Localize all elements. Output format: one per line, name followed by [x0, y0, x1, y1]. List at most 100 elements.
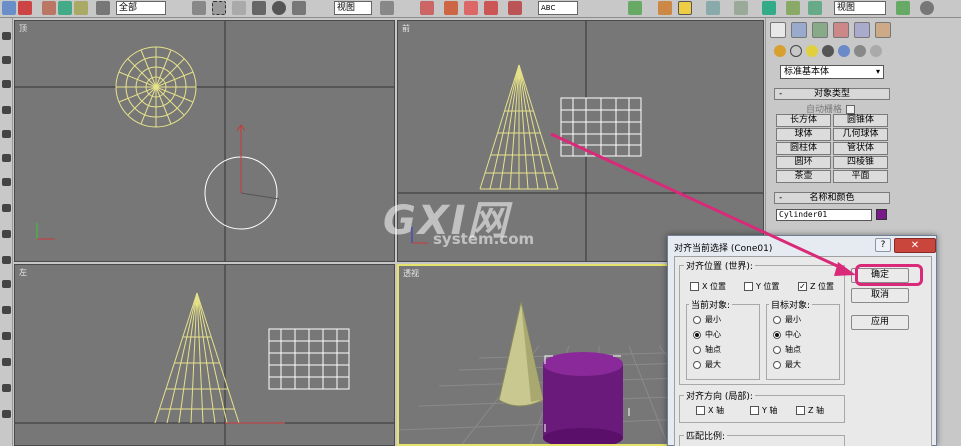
checkbox-icon[interactable]	[750, 406, 759, 415]
shapes-icon[interactable]	[790, 45, 802, 57]
scale-icon[interactable]	[292, 1, 306, 15]
helpers-icon[interactable]	[838, 45, 850, 57]
selection-filter-select[interactable]: 全部	[116, 1, 166, 15]
target-center-radio[interactable]: 中心	[773, 330, 801, 340]
viewport-top[interactable]: 顶	[14, 20, 395, 262]
checkbox-icon[interactable]	[846, 105, 856, 114]
object-button-cone[interactable]: 圆锥体	[833, 114, 888, 127]
strip-tool-icon[interactable]	[2, 306, 11, 314]
layer-manager-icon[interactable]	[706, 1, 720, 15]
x-axis-checkbox[interactable]: X 轴	[696, 406, 724, 416]
object-button-sphere[interactable]: 球体	[776, 128, 831, 141]
radio-selected-icon[interactable]	[773, 330, 781, 339]
strip-tool-icon[interactable]	[2, 130, 11, 138]
target-max-radio[interactable]: 最大	[773, 360, 801, 370]
current-max-radio[interactable]: 最大	[693, 360, 721, 370]
y-position-checkbox[interactable]: Y 位置	[744, 282, 779, 292]
motion-tab-icon[interactable]	[833, 22, 849, 38]
angle-snap-icon[interactable]	[464, 1, 478, 15]
radio-icon[interactable]	[773, 315, 781, 324]
strip-tool-icon[interactable]	[2, 256, 11, 264]
display-tab-icon[interactable]	[854, 22, 870, 38]
cylinder-shaded[interactable]	[543, 352, 630, 446]
radio-icon[interactable]	[693, 360, 701, 369]
bind-space-warp-icon[interactable]	[74, 1, 88, 15]
schematic-view-icon[interactable]	[762, 1, 776, 15]
move-icon[interactable]	[252, 1, 266, 15]
current-pivot-radio[interactable]: 轴点	[693, 345, 721, 355]
object-button-box[interactable]: 长方体	[776, 114, 831, 127]
object-button-torus[interactable]: 圆环	[776, 156, 831, 169]
strip-tool-icon[interactable]	[2, 80, 11, 88]
pivot-icon[interactable]	[380, 1, 394, 15]
current-center-radio[interactable]: 中心	[693, 330, 721, 340]
reference-coord-select[interactable]: 视图	[334, 1, 372, 15]
rect-selection-icon[interactable]	[212, 1, 226, 15]
utilities-tab-icon[interactable]	[875, 22, 891, 38]
window-crossing-icon[interactable]	[232, 1, 246, 15]
object-color-swatch[interactable]	[876, 209, 887, 220]
apply-button[interactable]: 应用	[851, 315, 909, 330]
percent-snap-icon[interactable]	[484, 1, 498, 15]
current-min-radio[interactable]: 最小	[693, 315, 721, 325]
align-icon[interactable]	[658, 1, 672, 15]
rotate-icon[interactable]	[272, 1, 286, 15]
unlink-icon[interactable]	[58, 1, 72, 15]
target-pivot-radio[interactable]: 轴点	[773, 345, 801, 355]
strip-tool-icon[interactable]	[2, 332, 11, 340]
lights-icon[interactable]	[806, 45, 818, 57]
primitive-category-select[interactable]: 标准基本体 ▾	[780, 65, 884, 79]
checkbox-icon[interactable]	[696, 406, 705, 415]
create-tab-icon[interactable]	[770, 22, 786, 38]
render-setup-icon[interactable]	[808, 1, 822, 15]
cancel-button[interactable]: 取消	[851, 288, 909, 303]
cone-shaded[interactable]	[498, 301, 544, 407]
redo-icon[interactable]	[18, 1, 32, 15]
object-button-plane[interactable]: 平面	[833, 170, 888, 183]
cylinder-front-wireframe[interactable]	[560, 97, 642, 157]
radio-selected-icon[interactable]	[693, 330, 701, 339]
systems-icon[interactable]	[870, 45, 882, 57]
checkbox-icon[interactable]	[690, 282, 699, 291]
close-button[interactable]: ✕	[894, 238, 936, 253]
strip-tool-icon[interactable]	[2, 358, 11, 366]
object-button-pyramid[interactable]: 四棱锥	[833, 156, 888, 169]
strip-tool-icon[interactable]	[2, 154, 11, 162]
checkbox-icon[interactable]	[744, 282, 753, 291]
cameras-icon[interactable]	[822, 45, 834, 57]
cone-top-wireframe[interactable]	[115, 46, 197, 128]
name-color-rollout-header[interactable]: - 名称和颜色	[774, 192, 890, 204]
undo-icon[interactable]	[2, 1, 16, 15]
cone-left-wireframe[interactable]	[154, 292, 240, 424]
curve-editor-icon[interactable]	[734, 1, 748, 15]
z-position-checkbox[interactable]: ✓ Z 位置	[798, 282, 834, 292]
snap-toggle-icon[interactable]	[444, 1, 458, 15]
help-button[interactable]: ?	[875, 238, 891, 252]
cone-front-wireframe[interactable]	[479, 64, 559, 190]
strip-tool-icon[interactable]	[2, 410, 11, 418]
radio-icon[interactable]	[773, 360, 781, 369]
strip-tool-icon[interactable]	[2, 230, 11, 238]
named-selection-sets[interactable]: ABC	[538, 1, 578, 15]
checkbox-icon[interactable]	[796, 406, 805, 415]
select-by-name-icon[interactable]	[192, 1, 206, 15]
radio-icon[interactable]	[693, 315, 701, 324]
space-warps-icon[interactable]	[854, 45, 866, 57]
select-manipulate-icon[interactable]	[420, 1, 434, 15]
object-name-input[interactable]: Cylinder01	[776, 209, 872, 221]
object-button-tube[interactable]: 管状体	[833, 142, 888, 155]
target-min-radio[interactable]: 最小	[773, 315, 801, 325]
modify-tab-icon[interactable]	[791, 22, 807, 38]
y-axis-checkbox[interactable]: Y 轴	[750, 406, 777, 416]
strip-tool-icon[interactable]	[2, 106, 11, 114]
material-editor-icon[interactable]	[786, 1, 800, 15]
radio-icon[interactable]	[693, 345, 701, 354]
hierarchy-tab-icon[interactable]	[812, 22, 828, 38]
strip-tool-icon[interactable]	[2, 32, 11, 40]
select-object-icon[interactable]	[96, 1, 110, 15]
link-icon[interactable]	[42, 1, 56, 15]
spinner-snap-icon[interactable]	[508, 1, 522, 15]
align-active-icon[interactable]	[678, 1, 692, 15]
object-button-teapot[interactable]: 茶壶	[776, 170, 831, 183]
geometry-icon[interactable]	[774, 45, 786, 57]
